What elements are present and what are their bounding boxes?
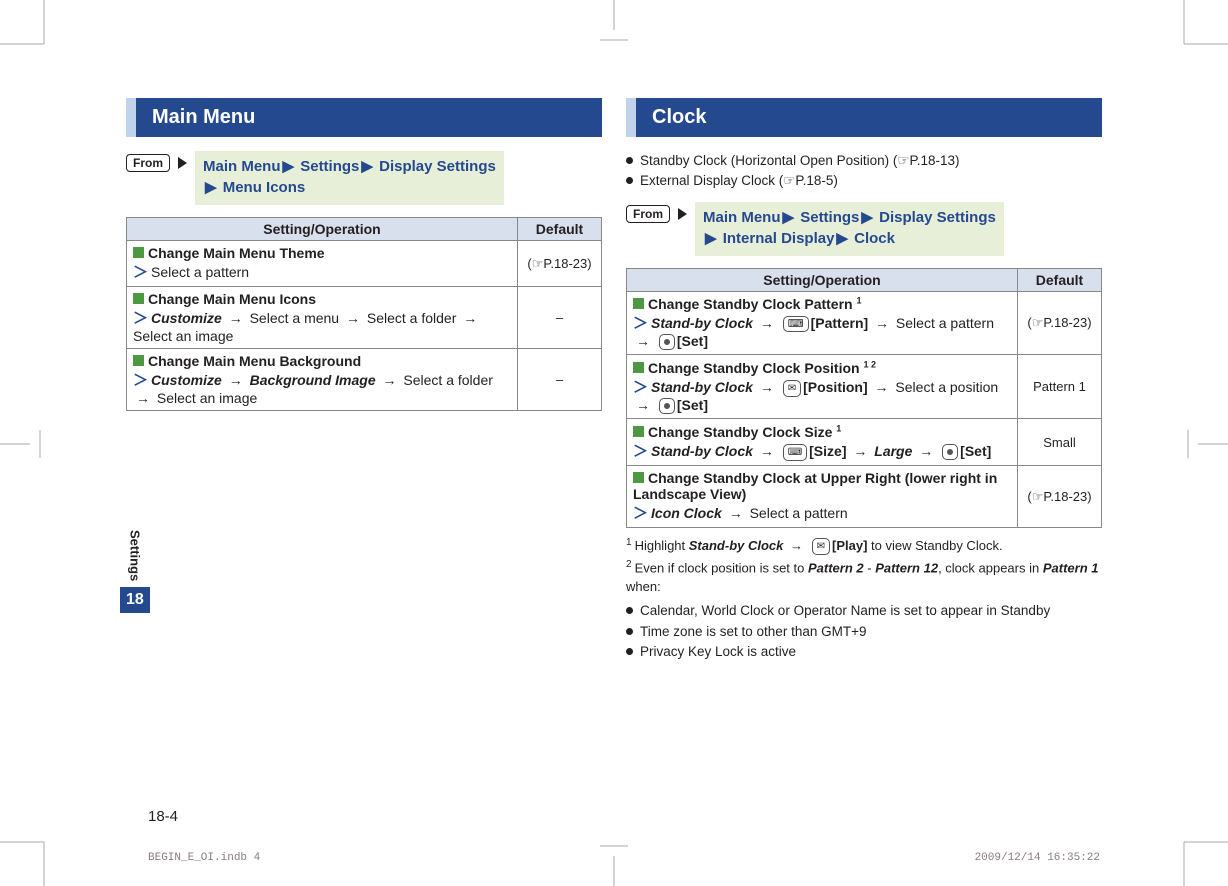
table-row: Change Main Menu Background ＞Customize →… bbox=[127, 349, 602, 411]
footnote: 1Highlight Stand-by Clock → [Play] to vi… bbox=[626, 536, 1102, 556]
list-item: Calendar, World Clock or Operator Name i… bbox=[626, 601, 1102, 621]
row-title: Change Main Menu Icons bbox=[148, 291, 316, 307]
right-column: Clock Standby Clock (Horizontal Open Pos… bbox=[626, 98, 1102, 798]
from-arrow-icon bbox=[678, 208, 687, 220]
row-title: Change Standby Clock at Upper Right (low… bbox=[633, 470, 997, 502]
chevron-right-icon: ▶ bbox=[783, 209, 795, 226]
row-default: Pattern 1 bbox=[1018, 355, 1102, 419]
square-bullet-icon bbox=[133, 293, 144, 304]
row-default: – bbox=[518, 287, 602, 349]
chevron-right-icon: ▶ bbox=[861, 209, 873, 226]
chevron-right-icon: ▶ bbox=[836, 230, 848, 247]
chevron-icon: ＞ bbox=[133, 372, 148, 389]
chevron-icon: ＞ bbox=[633, 443, 648, 460]
path-part: Settings bbox=[800, 209, 859, 226]
table-row: Change Standby Clock Size 1 ＞Stand-by Cl… bbox=[627, 419, 1102, 466]
section-title-clock: Clock bbox=[626, 98, 1102, 137]
from-row-left: From Main Menu▶ Settings▶ Display Settin… bbox=[126, 151, 602, 205]
col-header-default: Default bbox=[1018, 268, 1102, 291]
table-row: Change Main Menu Theme ＞Select a pattern… bbox=[127, 241, 602, 287]
pre-bullet-list: Standby Clock (Horizontal Open Position)… bbox=[626, 151, 1102, 192]
chevron-icon: ＞ bbox=[633, 379, 648, 396]
col-header-setting: Setting/Operation bbox=[627, 268, 1018, 291]
row-title: Change Main Menu Background bbox=[148, 353, 361, 369]
side-tab: Settings 18 bbox=[120, 530, 150, 613]
settings-table-right: Setting/Operation Default Change Standby… bbox=[626, 268, 1102, 529]
square-bullet-icon bbox=[633, 298, 644, 309]
square-bullet-icon bbox=[133, 355, 144, 366]
path-part: Clock bbox=[854, 230, 895, 247]
square-bullet-icon bbox=[133, 247, 144, 258]
table-row: Change Standby Clock at Upper Right (low… bbox=[627, 466, 1102, 528]
settings-table-left: Setting/Operation Default Change Main Me… bbox=[126, 217, 602, 411]
page-number: 18-4 bbox=[148, 808, 178, 825]
list-item: Privacy Key Lock is active bbox=[626, 642, 1102, 662]
from-row-right: From Main Menu▶ Settings▶ Display Settin… bbox=[626, 202, 1102, 256]
footer-right: 2009/12/14 16:35:22 bbox=[975, 852, 1100, 864]
square-bullet-icon bbox=[633, 426, 644, 437]
left-column: Main Menu From Main Menu▶ Settings▶ Disp… bbox=[126, 98, 602, 798]
row-default: (☞P.18-23) bbox=[1018, 466, 1102, 528]
chevron-right-icon: ▶ bbox=[283, 158, 295, 175]
row-steps: Stand-by Clock → [Size] → Large → [Set] bbox=[651, 443, 991, 459]
footer-left: BEGIN_E_OI.indb 4 bbox=[148, 852, 260, 864]
side-tab-label: Settings bbox=[127, 530, 142, 581]
col-header-default: Default bbox=[518, 218, 602, 241]
col-header-setting: Setting/Operation bbox=[127, 218, 518, 241]
row-steps: Stand-by Clock → [Position] → Select a p… bbox=[633, 379, 998, 413]
list-item: Time zone is set to other than GMT+9 bbox=[626, 622, 1102, 642]
row-default: (☞P.18-23) bbox=[518, 241, 602, 287]
breadcrumb-right: Main Menu▶ Settings▶ Display Settings ▶ … bbox=[695, 202, 1004, 256]
path-part: Internal Display bbox=[723, 230, 835, 247]
side-tab-number: 18 bbox=[120, 587, 150, 613]
chevron-icon: ＞ bbox=[133, 264, 148, 281]
chevron-icon: ＞ bbox=[633, 315, 648, 332]
path-part: Main Menu bbox=[703, 209, 781, 226]
table-row: Change Standby Clock Pattern 1 ＞Stand-by… bbox=[627, 291, 1102, 355]
path-part: Display Settings bbox=[879, 209, 996, 226]
row-title: Change Standby Clock Position 1 2 bbox=[648, 360, 876, 376]
breadcrumb-left: Main Menu▶ Settings▶ Display Settings ▶ … bbox=[195, 151, 504, 205]
row-default: (☞P.18-23) bbox=[1018, 291, 1102, 355]
list-item: Standby Clock (Horizontal Open Position)… bbox=[626, 151, 1102, 171]
chevron-right-icon: ▶ bbox=[361, 158, 373, 175]
row-title: Change Main Menu Theme bbox=[148, 245, 325, 261]
chevron-right-icon: ▶ bbox=[705, 230, 717, 247]
row-default: – bbox=[518, 349, 602, 411]
square-bullet-icon bbox=[633, 472, 644, 483]
list-item: External Display Clock (☞P.18-5) bbox=[626, 171, 1102, 191]
row-title: Change Standby Clock Pattern 1 bbox=[648, 296, 862, 312]
chevron-right-icon: ▶ bbox=[205, 179, 217, 196]
row-steps: Icon Clock → Select a pattern bbox=[651, 505, 848, 521]
row-steps: Customize → Background Image → Select a … bbox=[133, 372, 493, 406]
from-badge: From bbox=[126, 154, 170, 172]
row-title: Change Standby Clock Size 1 bbox=[648, 424, 841, 440]
footnote: 2Even if clock position is set to Patter… bbox=[626, 558, 1102, 597]
from-badge: From bbox=[626, 205, 670, 223]
table-row: Change Standby Clock Position 1 2 ＞Stand… bbox=[627, 355, 1102, 419]
row-steps: Customize → Select a menu → Select a fol… bbox=[133, 310, 480, 344]
row-steps: Stand-by Clock → ⌨[Pattern] → Select a p… bbox=[633, 315, 994, 349]
chevron-icon: ＞ bbox=[633, 505, 648, 522]
path-part: Display Settings bbox=[379, 158, 496, 175]
path-part: Main Menu bbox=[203, 158, 281, 175]
chevron-icon: ＞ bbox=[133, 310, 148, 327]
post-bullet-list: Calendar, World Clock or Operator Name i… bbox=[626, 601, 1102, 662]
row-steps: Select a pattern bbox=[151, 264, 249, 280]
row-default: Small bbox=[1018, 419, 1102, 466]
path-part: Menu Icons bbox=[223, 179, 306, 196]
section-title-main-menu: Main Menu bbox=[126, 98, 602, 137]
square-bullet-icon bbox=[633, 362, 644, 373]
path-part: Settings bbox=[300, 158, 359, 175]
table-row: Change Main Menu Icons ＞Customize → Sele… bbox=[127, 287, 602, 349]
from-arrow-icon bbox=[178, 157, 187, 169]
